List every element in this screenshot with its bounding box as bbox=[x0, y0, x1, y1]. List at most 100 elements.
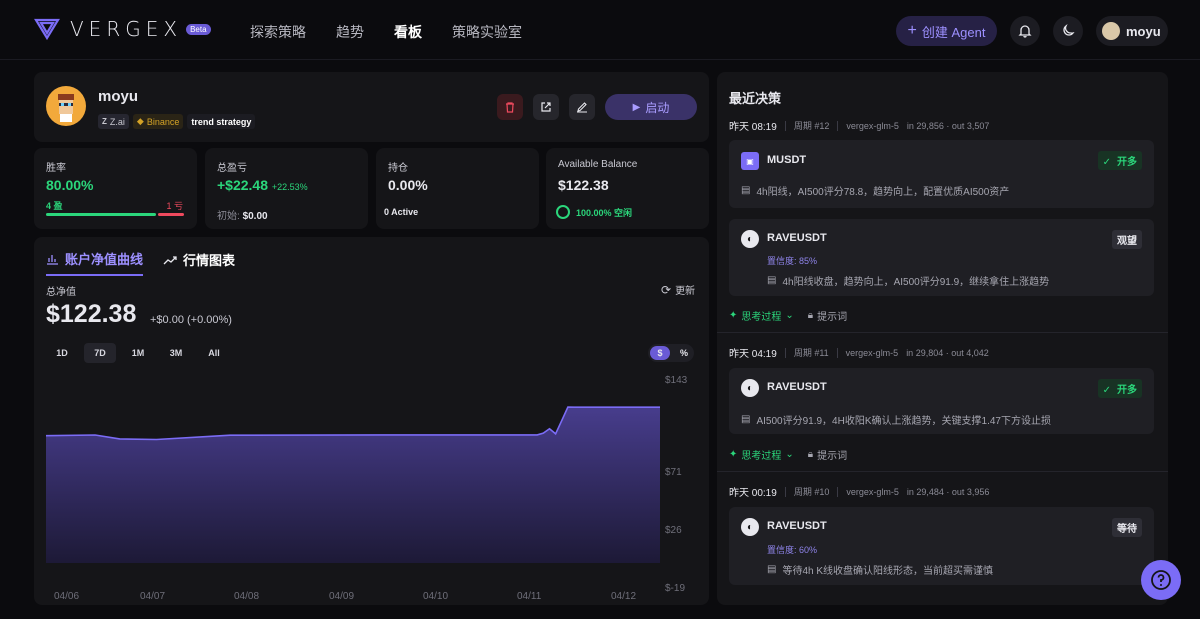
prompt-label: 提示词 bbox=[817, 312, 848, 323]
winrate-bar bbox=[46, 213, 184, 216]
decision-meta: 昨天 08:19 周期 #12 vergex-glm-5 in 29,856 ·… bbox=[729, 118, 989, 133]
decision-reason: ▤ 4h阳线收盘，趋势向上，AI500评分91.9，继续拿住上涨趋势 bbox=[767, 273, 1049, 288]
nav-explore[interactable]: 探索策略 bbox=[250, 22, 306, 42]
prompt-label: 提示词 bbox=[817, 451, 848, 462]
decision-model: vergex-glm-5 bbox=[846, 120, 899, 131]
decision-confidence: 置信度: 60% bbox=[767, 545, 818, 555]
tag-model: Z Z.ai bbox=[98, 114, 129, 129]
theme-toggle-button[interactable] bbox=[1053, 16, 1083, 46]
decision-badge: 观望 bbox=[1112, 230, 1142, 249]
delete-button[interactable] bbox=[497, 94, 523, 120]
decision-reason: ▤ AI500评分91.9，4H收阳K确认上涨趋势，关键支撑1.47下方设止损 bbox=[741, 412, 1051, 427]
zai-icon: Z bbox=[102, 117, 107, 126]
pencil-icon bbox=[577, 102, 587, 113]
plus-icon: + bbox=[907, 22, 917, 39]
musdt-icon: ▣ bbox=[741, 152, 759, 170]
losses-count: 1 亏 bbox=[166, 201, 183, 211]
decision-tokens: in 29,804 · out 4,042 bbox=[906, 347, 989, 358]
nav-trends[interactable]: 趋势 bbox=[336, 22, 364, 42]
thinking-label: 思考过程 bbox=[741, 451, 782, 462]
start-button[interactable]: ▶ 启动 bbox=[605, 94, 697, 120]
decision-reason-text: AI500评分91.9，4H收阳K确认上涨趋势，关键支撑1.47下方设止损 bbox=[756, 416, 1051, 427]
decision-reason: ▤ 4h阳线，AI500评分78.8，趋势向上，配置优质AI500资产 bbox=[741, 183, 1009, 198]
notifications-button[interactable] bbox=[1010, 16, 1040, 46]
stat-balance: Available Balance $122.38 100.00% 空闲 bbox=[546, 148, 709, 229]
stat-position: 持仓 0.00% 0 Active bbox=[376, 148, 539, 229]
username: moyu bbox=[1126, 23, 1161, 39]
x-tick-label: 04/06 bbox=[54, 591, 79, 602]
balance-label: Available Balance bbox=[558, 159, 638, 170]
recent-decisions-panel: 最近决策 昨天 08:19 周期 #12 vergex-glm-5 in 29,… bbox=[717, 72, 1168, 605]
decision-cycle: 周期 #10 bbox=[793, 487, 830, 497]
decision-model: vergex-glm-5 bbox=[846, 486, 899, 497]
decision-card[interactable]: ◐ RAVEUSDT 观望 置信度: 85% ▤ 4h阳线收盘，趋势向上，AI50… bbox=[729, 219, 1154, 296]
note-icon: ▤ bbox=[741, 414, 751, 425]
rave-icon: ◐ bbox=[741, 518, 759, 536]
tag-model-label: Z.ai bbox=[109, 116, 125, 127]
initial-value: $0.00 bbox=[242, 211, 268, 222]
check-circle-icon: ✓ bbox=[1102, 385, 1111, 396]
decision-card[interactable]: ▣ MUSDT ✓ 开多 ▤ 4h阳线，AI500评分78.8，趋势向上，配置优质A… bbox=[729, 140, 1154, 208]
decision-cycle: 周期 #12 bbox=[793, 121, 830, 131]
decision-meta: 昨天 00:19 周期 #10 vergex-glm-5 in 29,484 ·… bbox=[729, 484, 989, 499]
note-icon: ▤ bbox=[741, 185, 751, 196]
stat-pnl: 总盈亏 +$22.48 +22.53% 初始: $0.00 bbox=[205, 148, 368, 229]
decision-tokens: in 29,484 · out 3,956 bbox=[906, 486, 990, 497]
note-icon: ▤ bbox=[767, 275, 777, 286]
active-count: 0 Active bbox=[384, 207, 419, 217]
thinking-label: 思考过程 bbox=[741, 312, 782, 323]
decision-badge-label: 开多 bbox=[1117, 157, 1137, 168]
agent-profile-card: moyu Z Z.ai ◆ Binance trend strategy ▶ 启动 bbox=[34, 72, 709, 142]
external-link-icon bbox=[541, 102, 551, 112]
wins-count: 4 盈 bbox=[46, 201, 63, 211]
prompt-link[interactable]: 🔒︎ 提示词 bbox=[808, 447, 847, 462]
thinking-toggle[interactable]: ✦ 思考过程 ⌄ bbox=[729, 447, 794, 462]
initial-label: 初始: bbox=[217, 211, 240, 222]
y-tick-label: $71 bbox=[665, 467, 682, 478]
winrate-label: 胜率 bbox=[46, 163, 66, 174]
create-agent-button[interactable]: + 创建 Agent bbox=[896, 16, 997, 46]
start-label: 启动 bbox=[645, 100, 670, 115]
winrate-bar-loss bbox=[158, 213, 184, 216]
x-tick-label: 04/08 bbox=[234, 591, 259, 602]
brand-logo[interactable]: VERGEX Beta bbox=[34, 17, 211, 41]
decision-badge-label: 开多 bbox=[1117, 385, 1137, 396]
balance-value: $122.38 bbox=[558, 177, 609, 193]
idle-text: 100.00% 空闲 bbox=[576, 207, 633, 218]
prompt-link[interactable]: 🔒︎ 提示词 bbox=[808, 308, 847, 323]
decision-symbol: MUSDT bbox=[767, 154, 807, 166]
nav-strategy-lab[interactable]: 策略实验室 bbox=[452, 22, 522, 42]
sparkle-icon: ✦ bbox=[729, 449, 738, 460]
user-menu[interactable]: moyu bbox=[1096, 16, 1168, 46]
winrate-bar-win bbox=[46, 213, 157, 216]
y-tick-label: $26 bbox=[665, 525, 682, 536]
y-tick-label: $143 bbox=[665, 375, 688, 386]
decision-symbol: RAVEUSDT bbox=[767, 520, 827, 532]
pnl-label: 总盈亏 bbox=[217, 163, 247, 174]
chevron-down-icon: ⌄ bbox=[785, 310, 794, 321]
divider bbox=[717, 332, 1168, 333]
moon-icon bbox=[1063, 24, 1075, 36]
decision-meta: 昨天 04:19 周期 #11 vergex-glm-5 in 29,804 ·… bbox=[729, 345, 989, 360]
edit-button[interactable] bbox=[569, 94, 595, 120]
decision-card[interactable]: ◐ RAVEUSDT 等待 置信度: 60% ▤ 等待4h K线收盘确认阳线形态，… bbox=[729, 507, 1154, 585]
equity-chart: 04/06 04/07 04/08 04/09 04/10 04/11 04/12 $143… bbox=[45, 375, 688, 602]
divider bbox=[717, 471, 1168, 472]
decision-cycle: 周期 #11 bbox=[793, 348, 829, 358]
help-button[interactable] bbox=[1141, 560, 1181, 600]
decision-symbol: RAVEUSDT bbox=[767, 381, 827, 393]
rave-icon: ◐ bbox=[741, 379, 759, 397]
decision-badge: ✓ 开多 bbox=[1097, 379, 1142, 398]
vergex-logo-icon bbox=[34, 18, 60, 41]
tag-strategy: trend strategy bbox=[187, 114, 256, 129]
decision-reason: ▤ 等待4h K线收盘确认阳线形态，当前超买需谨慎 bbox=[767, 562, 993, 577]
thinking-toggle[interactable]: ✦ 思考过程 ⌄ bbox=[729, 308, 794, 323]
rave-icon: ◐ bbox=[741, 230, 759, 248]
user-avatar bbox=[1102, 22, 1120, 40]
nav-dashboard[interactable]: 看板 bbox=[394, 22, 422, 42]
share-button[interactable] bbox=[533, 94, 559, 120]
pnl-initial: 初始: $0.00 bbox=[217, 207, 268, 222]
equity-area bbox=[46, 407, 660, 563]
decision-card[interactable]: ◐ RAVEUSDT ✓ 开多 ▤ AI500评分91.9，4H收阳K确认上涨趋势，… bbox=[729, 368, 1154, 434]
bell-icon bbox=[1018, 25, 1032, 38]
